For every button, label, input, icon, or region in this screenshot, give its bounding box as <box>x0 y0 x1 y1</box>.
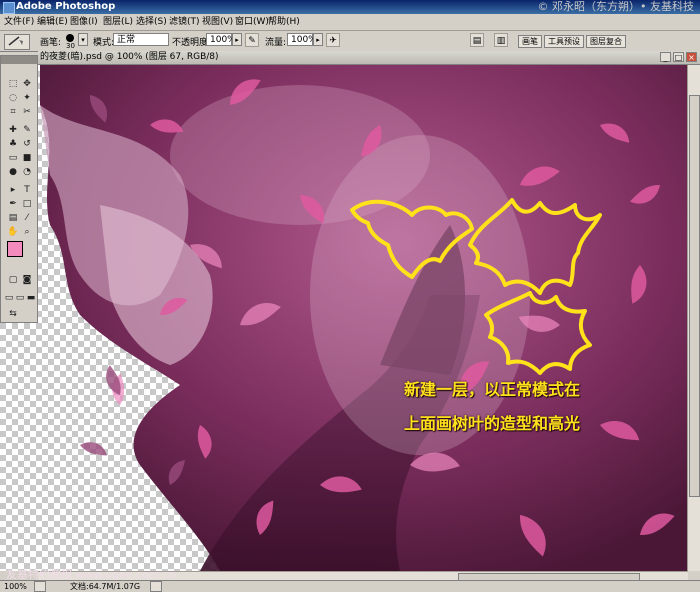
status-menu-arrow-icon[interactable] <box>150 581 162 592</box>
healing-brush-tool-icon[interactable]: ✚ <box>7 124 19 136</box>
menu-view[interactable]: 视图(V) <box>202 14 233 30</box>
history-brush-tool-icon[interactable]: ↺ <box>21 138 33 150</box>
dodge-tool-icon[interactable]: ◔ <box>21 166 33 178</box>
foreground-color-swatch[interactable] <box>7 241 23 257</box>
screen-mode-full-icon[interactable]: ▬ <box>25 292 37 304</box>
close-button[interactable]: × <box>686 52 697 62</box>
menu-bar: 文件(F) 编辑(E) 图像(I) 图层(L) 选择(S) 滤镜(T) 视图(V… <box>0 14 700 31</box>
app-title: Adobe Photoshop <box>16 1 116 12</box>
brush-preview-icon[interactable] <box>66 34 74 42</box>
brush-tool-icon[interactable]: ✎ <box>21 124 33 136</box>
mode-label: 模式: <box>93 38 115 48</box>
type-tool-icon[interactable]: T <box>21 184 33 196</box>
blur-tool-icon[interactable]: ● <box>7 166 19 178</box>
vertical-scroll-thumb[interactable] <box>689 95 700 497</box>
palette-tab-brushes[interactable]: 画笔 <box>518 35 542 48</box>
palette-well: 画笔 工具预设 图层复合 <box>518 35 628 48</box>
vertical-scrollbar[interactable] <box>687 65 700 571</box>
menu-filter[interactable]: 滤镜(T) <box>169 14 200 30</box>
mode-select[interactable]: 正常 <box>113 33 169 46</box>
menu-image[interactable]: 图像(I) <box>70 14 98 30</box>
menu-edit[interactable]: 编辑(E) <box>37 14 68 30</box>
toolbox: ⬚ ✥ ◌ ✦ ⌗ ✂ ✚ ✎ ♣ ↺ ▭ ■ ● ◔ ▸ T ✒ □ ▤ ⁄ … <box>0 55 38 323</box>
move-tool-icon[interactable]: ✥ <box>21 78 33 90</box>
quick-mask-icon[interactable]: ◙ <box>21 274 33 286</box>
gradient-tool-icon[interactable]: ■ <box>21 152 33 164</box>
maximize-button[interactable]: □ <box>673 52 684 62</box>
lasso-tool-icon[interactable]: ◌ <box>7 92 19 104</box>
document-window: 的夜菱(暗).psd @ 100% (图层 67, RGB/8) _ □ × <box>0 51 700 591</box>
brush-label: 画笔: <box>40 38 62 48</box>
file-browser-icon[interactable]: ▤ <box>470 33 484 47</box>
copyright-text: © 邓永昭（东方朔）• 友基科技 <box>537 0 694 13</box>
eyedropper-tool-icon[interactable]: ⁄ <box>21 212 33 224</box>
document-titlebar: 的夜菱(暗).psd @ 100% (图层 67, RGB/8) _ □ × <box>38 51 700 65</box>
shape-tool-icon[interactable]: □ <box>21 198 33 210</box>
airbrush-icon[interactable]: ✈ <box>326 33 340 47</box>
pen-tool-icon[interactable]: ✒ <box>7 198 19 210</box>
notes-tool-icon[interactable]: ▤ <box>7 212 19 224</box>
opacity-input[interactable]: 100% <box>206 33 236 46</box>
palette-tab-tool-presets[interactable]: 工具预设 <box>544 35 584 48</box>
menu-select[interactable]: 选择(S) <box>136 14 167 30</box>
photoshop-icon <box>3 2 15 14</box>
canvas[interactable] <box>0 65 688 571</box>
menu-layer[interactable]: 图层(L) <box>103 14 133 30</box>
jump-to-imageready-icon[interactable]: ⇆ <box>7 308 19 320</box>
flow-label: 流量: <box>265 38 287 48</box>
opacity-slider-arrow[interactable]: ▸ <box>232 33 242 46</box>
minimize-button[interactable]: _ <box>660 52 671 62</box>
brush-dropdown-arrow[interactable]: ▾ <box>78 33 88 46</box>
forest-painting <box>40 65 688 571</box>
marquee-tool-icon[interactable]: ⬚ <box>7 78 19 90</box>
flow-slider-arrow[interactable]: ▸ <box>313 33 323 46</box>
zoom-tool-icon[interactable]: ⌕ <box>21 226 33 238</box>
status-bar: 100% 文档:64.7M/1.07G <box>0 580 700 592</box>
zoom-level[interactable]: 100% <box>4 581 27 592</box>
tool-preset-picker[interactable] <box>4 34 30 50</box>
tutorial-caption-line-1: 新建一层，以正常模式在 <box>404 380 581 399</box>
document-title: 的夜菱(暗).psd @ 100% (图层 67, RGB/8) <box>40 52 219 62</box>
standard-mode-icon[interactable]: ▢ <box>7 274 19 286</box>
brush-size: 30 <box>66 42 75 50</box>
toggle-palettes-icon[interactable]: ▥ <box>494 33 508 47</box>
status-icon[interactable] <box>34 581 46 592</box>
flow-input[interactable]: 100% <box>287 33 317 46</box>
menu-help[interactable]: 帮助(H) <box>268 14 300 30</box>
menu-file[interactable]: 文件(F) <box>4 14 34 30</box>
menu-window[interactable]: 窗口(W) <box>235 14 269 30</box>
clone-stamp-tool-icon[interactable]: ♣ <box>7 138 19 150</box>
brush-icon <box>8 36 23 46</box>
document-size: 文档:64.7M/1.07G <box>70 582 141 591</box>
palette-tab-layer-comps[interactable]: 图层复合 <box>586 35 626 48</box>
eraser-tool-icon[interactable]: ▭ <box>7 152 19 164</box>
pressure-opacity-icon[interactable]: ✎ <box>245 33 259 47</box>
path-selection-tool-icon[interactable]: ▸ <box>7 184 19 196</box>
toolbox-header[interactable] <box>1 56 37 64</box>
app-titlebar: Adobe Photoshop © 邓永昭（东方朔）• 友基科技 <box>0 0 700 14</box>
tutorial-caption-line-2: 上面画树叶的造型和高光 <box>404 414 581 433</box>
crop-tool-icon[interactable]: ⌗ <box>7 106 19 118</box>
magic-wand-tool-icon[interactable]: ✦ <box>21 92 33 104</box>
hand-tool-icon[interactable]: ✋ <box>7 226 19 238</box>
slice-tool-icon[interactable]: ✂ <box>21 106 33 118</box>
